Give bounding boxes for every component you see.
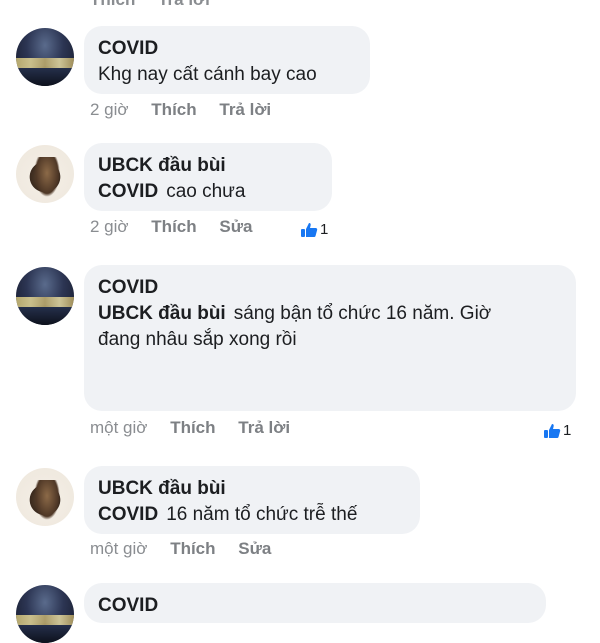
comment-bubble: COVID Khg nay cất cánh bay cao [84, 26, 370, 94]
mention-link[interactable]: COVID [98, 181, 158, 202]
avatar[interactable] [16, 28, 74, 86]
comment-meta: một giờ Thích Sửa [90, 539, 289, 559]
like-link[interactable]: Thích [151, 217, 196, 236]
reaction-count[interactable]: 1 [300, 221, 328, 238]
reaction-count[interactable]: 1 [543, 422, 571, 439]
avatar[interactable] [16, 267, 74, 325]
reply-link[interactable]: Trả lời [238, 418, 290, 437]
comment-author[interactable]: COVID [98, 36, 356, 62]
comment-text: cao chưa [166, 181, 246, 202]
like-link[interactable]: Thích [170, 418, 215, 437]
comment-author[interactable]: COVID [98, 275, 562, 301]
comment-bubble: COVID [84, 583, 546, 623]
comment-bubble: UBCK đầu bùi COVID cao chưa [84, 143, 332, 211]
reply-link[interactable]: Trả lời [158, 0, 210, 9]
comment-meta: một giờ Thích Trả lời [90, 418, 308, 438]
edit-link[interactable]: Sửa [238, 539, 271, 558]
comment-text: sáng bận tổ chức 16 năm. Giờ [233, 303, 492, 324]
comment-author[interactable]: COVID [98, 593, 532, 619]
comment-author[interactable]: UBCK đầu bùi [98, 153, 318, 179]
comment-meta: 2 giờ Thích Sửa [90, 217, 270, 237]
reply-link[interactable]: Trả lời [219, 100, 271, 119]
comment-bubble: COVID UBCK đầu bùi sáng bận tổ chức 16 nă… [84, 265, 576, 411]
comment-meta: 2 giờ Thích Trả lời [90, 100, 289, 120]
comment-author[interactable]: UBCK đầu bùi [98, 476, 406, 502]
avatar[interactable] [16, 585, 74, 643]
like-link[interactable]: Thích [90, 0, 135, 9]
comment-time[interactable]: một giờ [90, 418, 147, 437]
comment-time[interactable]: một giờ [90, 539, 147, 558]
thumbs-up-icon [544, 423, 561, 438]
reaction-count-value: 1 [320, 221, 329, 238]
comment-text: 16 năm tổ chức trễ thế [166, 504, 358, 525]
previous-comment-actions: Thích Trả lời [90, 0, 210, 10]
avatar[interactable] [16, 145, 74, 203]
reaction-count-value: 1 [563, 422, 572, 439]
comment-time[interactable]: 2 giờ [90, 100, 129, 119]
mention-link[interactable]: UBCK đầu bùi [98, 303, 226, 324]
comment-time[interactable]: 2 giờ [90, 217, 129, 236]
comment-bubble: UBCK đầu bùi COVID 16 năm tổ chức trễ thế [84, 466, 420, 534]
like-link[interactable]: Thích [170, 539, 215, 558]
mention-link[interactable]: COVID [98, 504, 158, 525]
comment-text: Khg nay cất cánh bay cao [98, 64, 317, 85]
edit-link[interactable]: Sửa [219, 217, 252, 236]
comment-text-continued: đang nhâu sắp xong rồi [98, 329, 297, 350]
like-link[interactable]: Thích [151, 100, 196, 119]
thumbs-up-icon [301, 222, 318, 237]
avatar[interactable] [16, 468, 74, 526]
